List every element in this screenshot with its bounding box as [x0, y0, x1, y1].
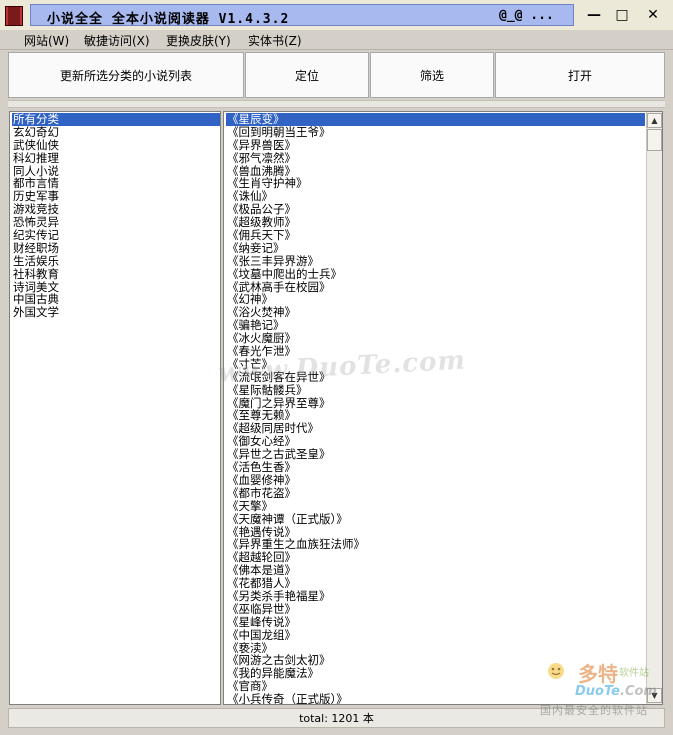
novel-item[interactable]: 《生肖守护神》 — [226, 177, 645, 190]
arrow-up-icon: ▲ — [651, 116, 658, 125]
menu-quick-access[interactable]: 敏捷访问(X) — [84, 32, 150, 49]
novel-item[interactable]: 《中国龙组》 — [226, 628, 645, 642]
app-window: 小说全全 全本小说阅读器 V1.4.3.2 @_@ ... — □ ✕ 网站(W… — [0, 0, 673, 735]
category-item[interactable]: 社科教育 — [12, 267, 220, 281]
novel-item[interactable]: 《纳妾记》 — [226, 241, 645, 255]
novel-item[interactable]: 《天擎》 — [226, 499, 645, 513]
novel-item[interactable]: 《星际骷髅兵》 — [226, 383, 645, 397]
close-icon: ✕ — [647, 7, 659, 23]
novel-item[interactable]: 《天魔神谭（正式版）》 — [226, 512, 645, 526]
category-item[interactable]: 生活娱乐 — [12, 254, 220, 268]
title-banner: 小说全全 全本小说阅读器 V1.4.3.2 @_@ ... — [30, 4, 574, 27]
novel-item[interactable]: 《活色生香》 — [226, 461, 645, 474]
watermark-slogan: 国内最安全的软件站 — [540, 704, 648, 717]
category-item[interactable]: 财经职场 — [12, 241, 220, 255]
close-button[interactable]: ✕ — [643, 6, 663, 24]
watermark-logo-small: 软件站 — [619, 668, 649, 679]
novel-item[interactable]: 《武林高手在校园》 — [226, 280, 645, 294]
novel-item[interactable]: 《血婴修神》 — [226, 473, 645, 487]
novel-item[interactable]: 《星峰传说》 — [226, 615, 645, 629]
minimize-icon: — — [587, 7, 601, 23]
menu-bar: 网站(W) 敏捷访问(X) 更换皮肤(Y) 实体书(Z) — [0, 30, 673, 50]
category-list[interactable]: 所有分类 玄幻奇幻 武侠仙侠 科幻推理 同人小说 都市言情 历史军事 游戏竞技 恐怖灵异 纪实传记… — [9, 111, 221, 705]
category-item[interactable]: 科幻推理 — [12, 151, 220, 165]
menu-website[interactable]: 网站(W) — [24, 32, 69, 49]
app-book-icon[interactable] — [5, 6, 23, 26]
novel-item[interactable]: 《异界兽医》 — [226, 138, 645, 152]
category-item[interactable]: 外国文学 — [12, 306, 220, 319]
filter-button[interactable]: 筛选 — [370, 52, 494, 98]
watermark-logo-en-main: DuoTe — [575, 684, 620, 699]
category-item[interactable]: 纪实传记 — [12, 229, 220, 242]
sun-logo-icon — [548, 663, 564, 679]
window-title: 小说全全 全本小说阅读器 V1.4.3.2 — [47, 12, 290, 27]
novel-list-scrollbar[interactable]: ▲ ▼ — [646, 112, 662, 704]
toolbar: 更新所选分类的小说列表 定位 筛选 打开 — [8, 52, 665, 100]
novel-item[interactable]: 《另类杀手艳福星》 — [226, 590, 645, 603]
novel-item[interactable]: 《浴火焚神》 — [226, 306, 645, 319]
title-bar[interactable]: 小说全全 全本小说阅读器 V1.4.3.2 @_@ ... — □ ✕ — [0, 0, 673, 30]
novel-item[interactable]: 《邪气凛然》 — [226, 151, 645, 165]
novel-item[interactable]: 《张三丰异界游》 — [226, 254, 645, 268]
novel-list[interactable]: 《星辰变》 《回到明朝当王爷》 《异界兽医》 《邪气凛然》 《兽血沸腾》 《生肖守护神》《… — [223, 111, 663, 705]
scroll-up-button[interactable]: ▲ — [647, 113, 662, 128]
novel-items: 《星辰变》 《回到明朝当王爷》 《异界兽医》 《邪气凛然》 《兽血沸腾》 《生肖守护神》《… — [226, 113, 645, 704]
locate-button[interactable]: 定位 — [245, 52, 369, 98]
novel-item[interactable]: 《都市花盗》 — [226, 486, 645, 500]
watermark-logo-cn: 多特 — [578, 662, 618, 686]
novel-item[interactable]: 《星辰变》 — [226, 113, 645, 126]
refresh-list-button[interactable]: 更新所选分类的小说列表 — [8, 52, 244, 98]
category-items: 所有分类 玄幻奇幻 武侠仙侠 科幻推理 同人小说 都市言情 历史军事 游戏竞技 恐怖灵异 纪实传记… — [12, 113, 220, 319]
total-count: total: 1201 本 — [299, 712, 374, 725]
splitter-strip[interactable] — [8, 100, 665, 108]
watermark-logo-en: DuoTe.Com — [575, 684, 657, 699]
menu-physical-book[interactable]: 实体书(Z) — [248, 32, 302, 49]
novel-item[interactable]: 《佣兵天下》 — [226, 229, 645, 242]
minimize-button[interactable]: — — [584, 6, 604, 24]
menu-change-skin[interactable]: 更换皮肤(Y) — [166, 32, 231, 49]
watermark-logo-en-suffix: .Com — [620, 684, 657, 699]
novel-item[interactable]: 《巫临异世》 — [226, 602, 645, 616]
category-item[interactable]: 所有分类 — [12, 113, 220, 126]
open-button[interactable]: 打开 — [495, 52, 665, 98]
novel-item[interactable]: 《回到明朝当王爷》 — [226, 125, 645, 139]
category-item[interactable]: 武侠仙侠 — [12, 138, 220, 152]
category-item[interactable]: 玄幻奇幻 — [12, 125, 220, 139]
scroll-thumb[interactable] — [647, 129, 662, 151]
novel-item[interactable]: 《坟墓中爬出的士兵》 — [226, 267, 645, 281]
maximize-icon: □ — [615, 7, 629, 23]
maximize-button[interactable]: □ — [612, 6, 632, 24]
title-status: @_@ ... — [499, 8, 554, 23]
